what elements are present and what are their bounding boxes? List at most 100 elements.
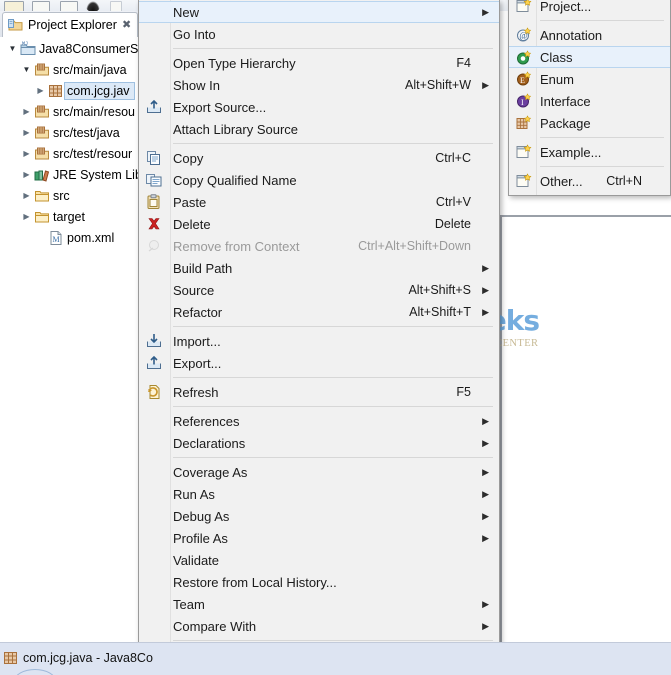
- menu-item-open-type-hierarchy[interactable]: Open Type HierarchyF4▶: [139, 52, 499, 74]
- chevron-right-icon[interactable]: ▶: [20, 107, 33, 116]
- new-package-icon: [513, 114, 535, 132]
- project-explorer-view: Project Explorer ✖ ▼ MJ Java8ConsumerSu ▼ sr…: [0, 11, 150, 643]
- export-icon: [143, 354, 165, 372]
- tree-item-label: src/test/resour: [53, 146, 133, 161]
- menu-item-export[interactable]: Export...▶: [139, 352, 499, 374]
- status-selection-label: com.jcg.java - Java8Co: [23, 651, 153, 665]
- menu-separator: [540, 20, 664, 21]
- menu-item-label: Export Source...: [173, 99, 267, 115]
- tree-item-target[interactable]: ▶ target: [0, 206, 150, 227]
- chevron-right-icon[interactable]: ▶: [20, 128, 33, 137]
- tree-item-com-jcg-jav[interactable]: ▶ com.jcg.jav: [0, 80, 150, 101]
- menu-item-refactor[interactable]: Refactor Alt+Shift+T ▶: [139, 301, 499, 323]
- tree-item-label: src/main/java: [53, 62, 127, 77]
- menu-item-label: Build Path: [173, 260, 233, 276]
- menu-item-attach-library-source[interactable]: Attach Library Source▶: [139, 118, 499, 140]
- new-enum-icon: E: [513, 70, 535, 88]
- menu-item-declarations[interactable]: Declarations ▶: [139, 432, 499, 454]
- package-icon: [47, 83, 65, 99]
- submenu-arrow-icon: ▶: [482, 598, 489, 609]
- submenu-arrow-icon: ▶: [482, 306, 489, 317]
- chevron-right-icon[interactable]: ▶: [20, 212, 33, 221]
- submenu-arrow-icon: ▶: [482, 415, 489, 426]
- new-annotation-icon: @: [513, 26, 535, 44]
- menu-item-export-source[interactable]: Export Source...▶: [139, 96, 499, 118]
- tree-item-src-test-java[interactable]: ▶ src/test/java: [0, 122, 150, 143]
- menu-item-go-into[interactable]: Go Into▶: [139, 23, 499, 45]
- source-folder-icon: [33, 104, 51, 120]
- menu-separator: [173, 143, 493, 144]
- menu-item-shortcut: F4: [456, 56, 471, 70]
- context-menu[interactable]: New▶Go Into▶Open Type HierarchyF4▶Show I…: [138, 0, 500, 669]
- tree-item-label: src: [53, 188, 70, 203]
- copy-icon: [143, 149, 165, 167]
- menu-item-remove-from-context: Remove from ContextCtrl+Alt+Shift+Down▶: [139, 235, 499, 257]
- menu-separator: [540, 166, 664, 167]
- menu-item-project[interactable]: Project...▶: [509, 0, 670, 17]
- menu-item-coverage-as[interactable]: Coverage As ▶: [139, 461, 499, 483]
- menu-item-delete[interactable]: DeleteDelete▶: [139, 213, 499, 235]
- tree-item-src-main-java[interactable]: ▼ src/main/java: [0, 59, 150, 80]
- menu-item-label: Remove from Context: [173, 238, 300, 254]
- menu-item-profile-as[interactable]: Profile As ▶: [139, 527, 499, 549]
- menu-item-team[interactable]: Team ▶: [139, 593, 499, 615]
- menu-item-label: Annotation: [540, 27, 603, 43]
- tree-item-src-test-resour[interactable]: ▶ src/test/resour: [0, 143, 150, 164]
- menu-item-shortcut: Alt+Shift+T: [409, 305, 471, 319]
- submenu-arrow-icon: ▶: [482, 488, 489, 499]
- menu-item-label: Open Type Hierarchy: [173, 55, 296, 71]
- menu-item-run-as[interactable]: Run As ▶: [139, 483, 499, 505]
- chevron-right-icon[interactable]: ▶: [20, 149, 33, 158]
- menu-item-label: Show In: [173, 77, 220, 93]
- chevron-right-icon[interactable]: ▶: [34, 86, 47, 95]
- tree-item-src-main-resou[interactable]: ▶ src/main/resou: [0, 101, 150, 122]
- view-tabbar: Project Explorer ✖: [0, 11, 150, 37]
- menu-item-validate[interactable]: Validate▶: [139, 549, 499, 571]
- menu-item-example[interactable]: Example...▶: [509, 141, 670, 163]
- menu-item-new[interactable]: New ▶: [139, 1, 499, 23]
- tree-item-label: com.jcg.jav: [64, 81, 135, 100]
- new-submenu[interactable]: Project...▶@Annotation▶Class▶EEnum▶IInte…: [508, 0, 671, 196]
- menu-item-build-path[interactable]: Build Path ▶: [139, 257, 499, 279]
- chevron-right-icon[interactable]: ▶: [20, 170, 33, 179]
- menu-item-label: Validate: [173, 552, 220, 568]
- menu-item-restore-from-local-history[interactable]: Restore from Local History...▶: [139, 571, 499, 593]
- menu-item-label: Go Into: [173, 26, 216, 42]
- menu-item-label: Refresh: [173, 384, 219, 400]
- menu-item-label: Class: [540, 49, 573, 65]
- maven-file-icon: M: [47, 230, 65, 246]
- menu-item-show-in[interactable]: Show In Alt+Shift+W ▶: [139, 74, 499, 96]
- menu-item-compare-with[interactable]: Compare With ▶: [139, 615, 499, 637]
- tab-project-explorer[interactable]: Project Explorer ✖: [2, 12, 139, 37]
- menu-item-class[interactable]: Class▶: [509, 46, 670, 68]
- menu-item-other[interactable]: Other...Ctrl+N▶: [509, 170, 670, 192]
- menu-item-source[interactable]: Source Alt+Shift+S ▶: [139, 279, 499, 301]
- chevron-down-icon[interactable]: ▼: [20, 65, 33, 74]
- package-icon: [4, 651, 18, 665]
- svg-text:I: I: [521, 98, 524, 107]
- menu-separator: [173, 48, 493, 49]
- menu-item-package[interactable]: Package▶: [509, 112, 670, 134]
- menu-item-debug-as[interactable]: Debug As ▶: [139, 505, 499, 527]
- close-icon[interactable]: ✖: [122, 19, 131, 31]
- tree-item-jre-system-lib[interactable]: ▶ JRE System Lib: [0, 164, 150, 185]
- tree-item-pom-xml[interactable]: Mpom.xml: [0, 227, 150, 248]
- tree-item-java8consumersu[interactable]: ▼ MJ Java8ConsumerSu: [0, 38, 150, 59]
- menu-separator: [540, 137, 664, 138]
- menu-separator: [173, 457, 493, 458]
- menu-item-annotation[interactable]: @Annotation▶: [509, 24, 670, 46]
- menu-item-import[interactable]: Import...▶: [139, 330, 499, 352]
- menu-item-paste[interactable]: PasteCtrl+V▶: [139, 191, 499, 213]
- chevron-right-icon[interactable]: ▶: [20, 191, 33, 200]
- menu-item-references[interactable]: References ▶: [139, 410, 499, 432]
- menu-item-copy-qualified-name[interactable]: Copy Qualified Name▶: [139, 169, 499, 191]
- submenu-arrow-icon: ▶: [482, 510, 489, 521]
- chevron-down-icon[interactable]: ▼: [6, 44, 19, 53]
- menu-item-refresh[interactable]: RefreshF5▶: [139, 381, 499, 403]
- tree-item-src[interactable]: ▶ src: [0, 185, 150, 206]
- menu-item-enum[interactable]: EEnum▶: [509, 68, 670, 90]
- project-tree[interactable]: ▼ MJ Java8ConsumerSu ▼ src/main/java ▶ com.jcg…: [0, 38, 150, 643]
- menu-item-copy[interactable]: CopyCtrl+C▶: [139, 147, 499, 169]
- menu-item-interface[interactable]: IInterface▶: [509, 90, 670, 112]
- refresh-icon: [143, 383, 165, 401]
